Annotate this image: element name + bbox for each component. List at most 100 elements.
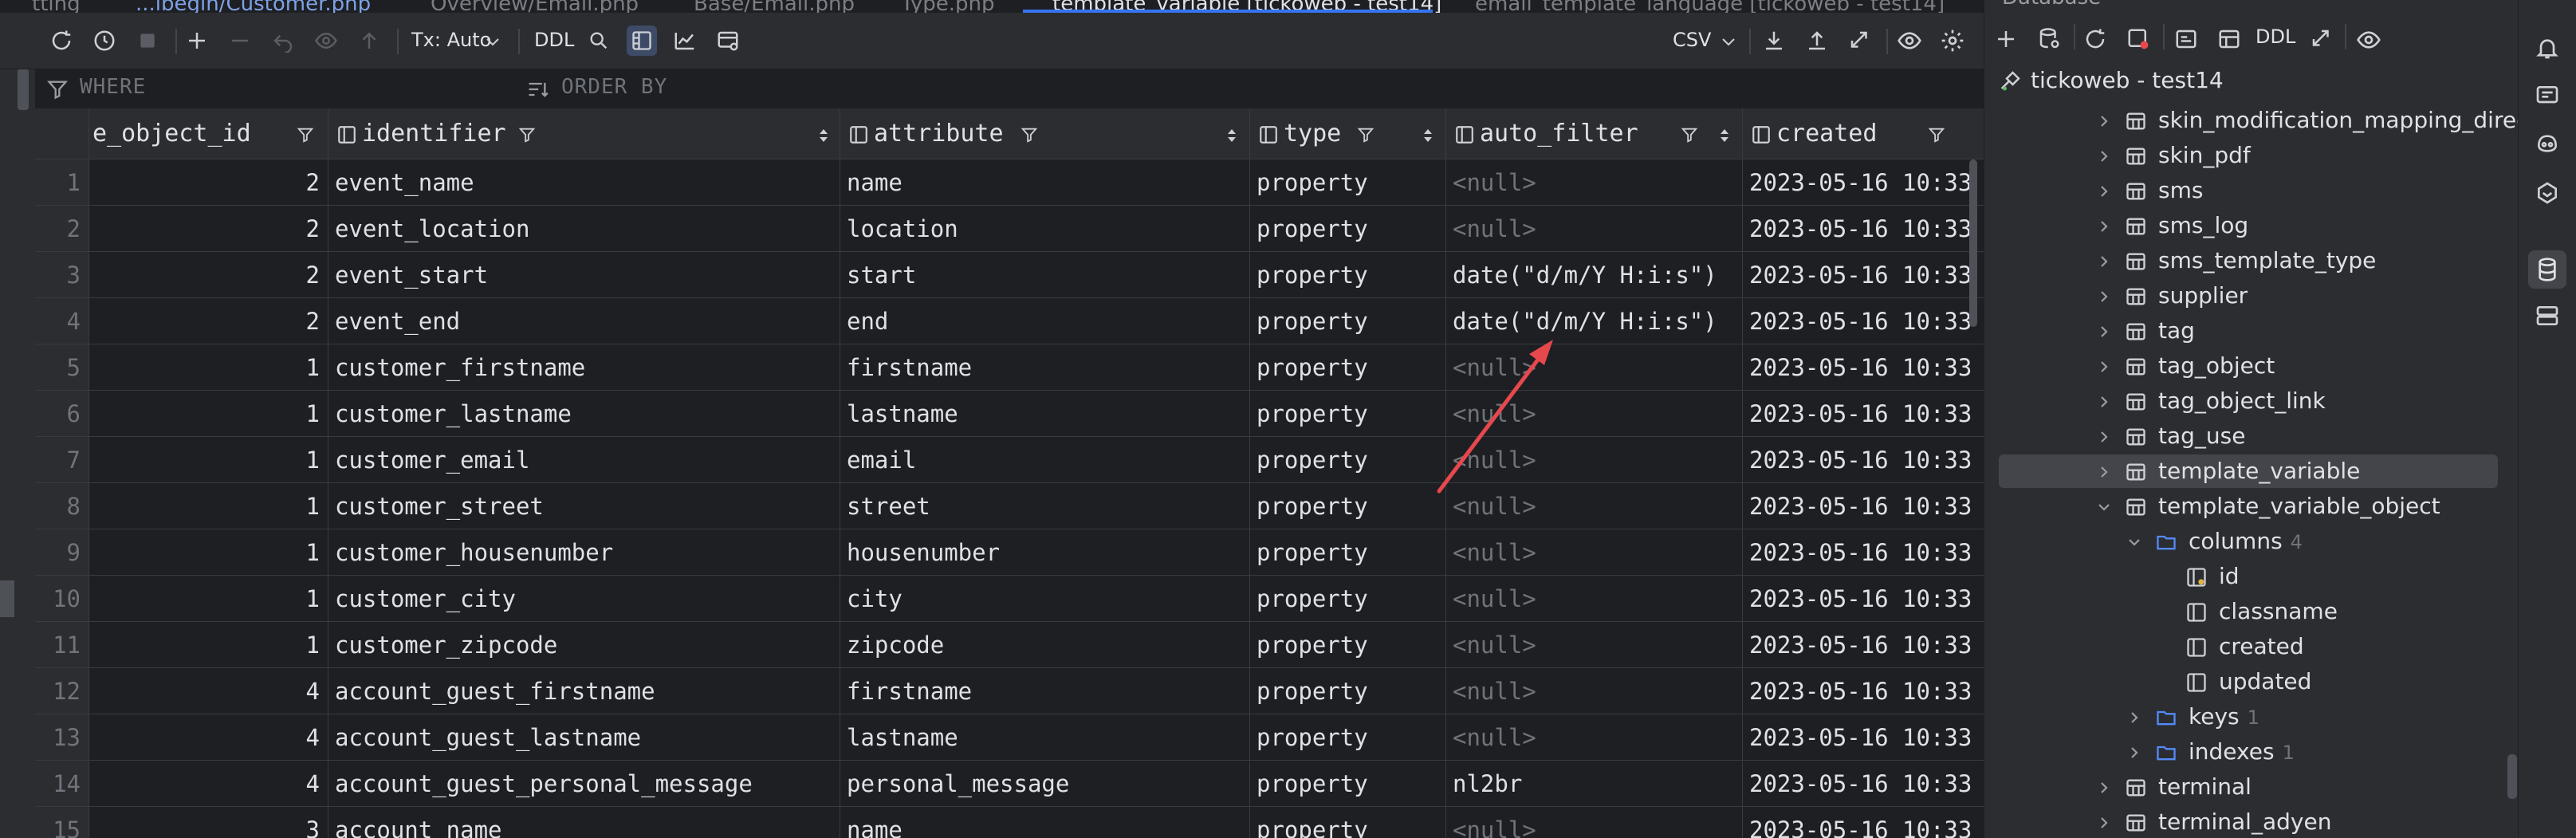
cell-auto-filter[interactable]: <null> (1446, 159, 1743, 206)
cell-created[interactable]: 2023-05-16 10:33 (1743, 252, 1984, 298)
cell-e-object-id[interactable]: 1 (89, 576, 328, 622)
cell-created[interactable]: 2023-05-16 10:33 (1743, 761, 1984, 807)
cell-e-object-id[interactable]: 1 (89, 622, 328, 668)
cell-auto-filter[interactable]: <null> (1446, 206, 1743, 252)
sort-arrows-icon[interactable] (818, 128, 829, 144)
refresh-icon[interactable] (2083, 27, 2107, 51)
cell-attribute[interactable]: email (840, 437, 1250, 483)
cell-identifier[interactable]: event_location (328, 206, 840, 252)
cell-e-object-id[interactable]: 2 (89, 206, 328, 252)
show-chart-button[interactable] (670, 26, 700, 56)
cell-created[interactable]: 2023-05-16 10:33 (1743, 668, 1984, 714)
column-header[interactable]: created (1743, 108, 1984, 159)
assistant-icon[interactable] (2535, 180, 2560, 206)
cell-type[interactable]: property (1250, 252, 1446, 298)
cell-attribute[interactable]: name (840, 807, 1250, 838)
cell-identifier[interactable]: account_guest_lastname (328, 714, 840, 761)
tree-column-created[interactable]: created (1984, 630, 2519, 665)
cell-created[interactable]: 2023-05-16 10:33 (1743, 529, 1984, 576)
cell-type[interactable]: property (1250, 391, 1446, 437)
tab-editor-1[interactable]: tting (32, 0, 81, 13)
cell-attribute[interactable]: name (840, 159, 1250, 206)
cell-created[interactable]: 2023-05-16 10:33 (1743, 298, 1984, 344)
tree-table-template-variable-object[interactable]: template_variable_object (1984, 490, 2519, 525)
tree-table-tag[interactable]: tag (1984, 314, 2519, 349)
tab-editor-7[interactable]: email_template_language [tickoweb - test… (1475, 0, 1945, 13)
tree-table-tag-object[interactable]: tag_object (1984, 349, 2519, 384)
tree-column-id[interactable]: id (1984, 560, 2519, 595)
cell-e-object-id[interactable]: 4 (89, 761, 328, 807)
tree-table-template-variable[interactable]: template_variable (1984, 454, 2519, 490)
settings-button[interactable] (1937, 26, 1968, 56)
cell-auto-filter[interactable]: date("d/m/Y H:i:s") (1446, 252, 1743, 298)
tree-table-sms[interactable]: sms (1984, 174, 2519, 209)
tree-table-tag-use[interactable]: tag_use (1984, 419, 2519, 454)
cell-type[interactable]: property (1250, 483, 1446, 529)
column-header[interactable]: identifier (328, 108, 840, 159)
chevron-right-icon[interactable] (2096, 254, 2112, 269)
cell-identifier[interactable]: customer_firstname (328, 344, 840, 391)
chevron-right-icon[interactable] (2096, 464, 2112, 480)
cell-auto-filter[interactable]: <null> (1446, 714, 1743, 761)
cell-created[interactable]: 2023-05-16 10:33 (1743, 714, 1984, 761)
tab-editor-3[interactable]: Overview/Email.php (431, 0, 639, 13)
stop-button[interactable] (132, 26, 163, 56)
tx-mode-selector[interactable]: Tx: Auto (411, 29, 491, 51)
column-header[interactable]: e_object_id (89, 108, 328, 159)
tree-folder-indexes[interactable]: indexes 1 (1984, 735, 2519, 770)
tree-table-terminal-adyen[interactable]: terminal_adyen (1984, 805, 2519, 838)
scrollbar-thumb[interactable] (1969, 159, 1977, 327)
jump-to-icon[interactable] (2310, 27, 2334, 51)
chevron-down-icon[interactable] (2126, 534, 2142, 550)
notifications-icon[interactable] (2535, 35, 2560, 61)
view-options-button[interactable] (713, 26, 743, 56)
sort-arrows-icon[interactable] (1422, 128, 1434, 144)
cell-auto-filter[interactable]: <null> (1446, 483, 1743, 529)
tree-table-skin-modification-mapping-direct[interactable]: skin_modification_mapping_direct (1984, 104, 2519, 139)
ddl-button[interactable]: DDL (534, 29, 574, 51)
cell-attribute[interactable]: street (840, 483, 1250, 529)
column-filter-icon[interactable] (1681, 126, 1698, 144)
cell-type[interactable]: property (1250, 529, 1446, 576)
cell-identifier[interactable]: customer_zipcode (328, 622, 840, 668)
cell-identifier[interactable]: customer_city (328, 576, 840, 622)
tree-table-tag-object-link[interactable]: tag_object_link (1984, 384, 2519, 419)
cell-identifier[interactable]: event_end (328, 298, 840, 344)
cell-auto-filter[interactable]: <null> (1446, 576, 1743, 622)
chevron-right-icon[interactable] (2096, 289, 2112, 305)
cell-created[interactable]: 2023-05-16 10:33 (1743, 576, 1984, 622)
tree-column-classname[interactable]: classname (1984, 595, 2519, 630)
cell-auto-filter[interactable]: date("d/m/Y H:i:s") (1446, 298, 1743, 344)
tree-folder-keys[interactable]: keys 1 (1984, 700, 2519, 735)
cell-e-object-id[interactable]: 2 (89, 252, 328, 298)
cell-attribute[interactable]: city (840, 576, 1250, 622)
cell-type[interactable]: property (1250, 714, 1446, 761)
chevron-right-icon[interactable] (2126, 710, 2142, 726)
value-panel-toggle[interactable] (627, 26, 657, 56)
cell-auto-filter[interactable]: <null> (1446, 391, 1743, 437)
cell-e-object-id[interactable]: 1 (89, 529, 328, 576)
chevron-right-icon[interactable] (2096, 324, 2112, 340)
cell-attribute[interactable]: start (840, 252, 1250, 298)
import-button[interactable] (1802, 26, 1832, 56)
cell-identifier[interactable]: account_guest_firstname (328, 668, 840, 714)
cell-type[interactable]: property (1250, 437, 1446, 483)
cell-auto-filter[interactable]: <null> (1446, 437, 1743, 483)
chevron-right-icon[interactable] (2096, 780, 2112, 796)
column-header[interactable]: type (1250, 108, 1446, 159)
cell-attribute[interactable]: end (840, 298, 1250, 344)
cell-identifier[interactable]: account_name (328, 807, 840, 838)
eye-icon[interactable] (2356, 27, 2381, 53)
datasource-label[interactable]: tickoweb - test14 (2031, 67, 2224, 93)
cell-type[interactable]: property (1250, 298, 1446, 344)
cell-type[interactable]: property (1250, 622, 1446, 668)
tree-table-supplier[interactable]: supplier (1984, 279, 2519, 314)
chevron-right-icon[interactable] (2096, 218, 2112, 234)
cell-e-object-id[interactable]: 2 (89, 159, 328, 206)
cell-attribute[interactable]: firstname (840, 344, 1250, 391)
tree-column-updated[interactable]: updated (1984, 665, 2519, 700)
tab-editor-2[interactable]: ...ibegin/Customer.php (136, 0, 371, 13)
cell-attribute[interactable]: housenumber (840, 529, 1250, 576)
tab-editor-5[interactable]: Type.php (901, 0, 994, 13)
column-filter-icon[interactable] (518, 126, 536, 144)
